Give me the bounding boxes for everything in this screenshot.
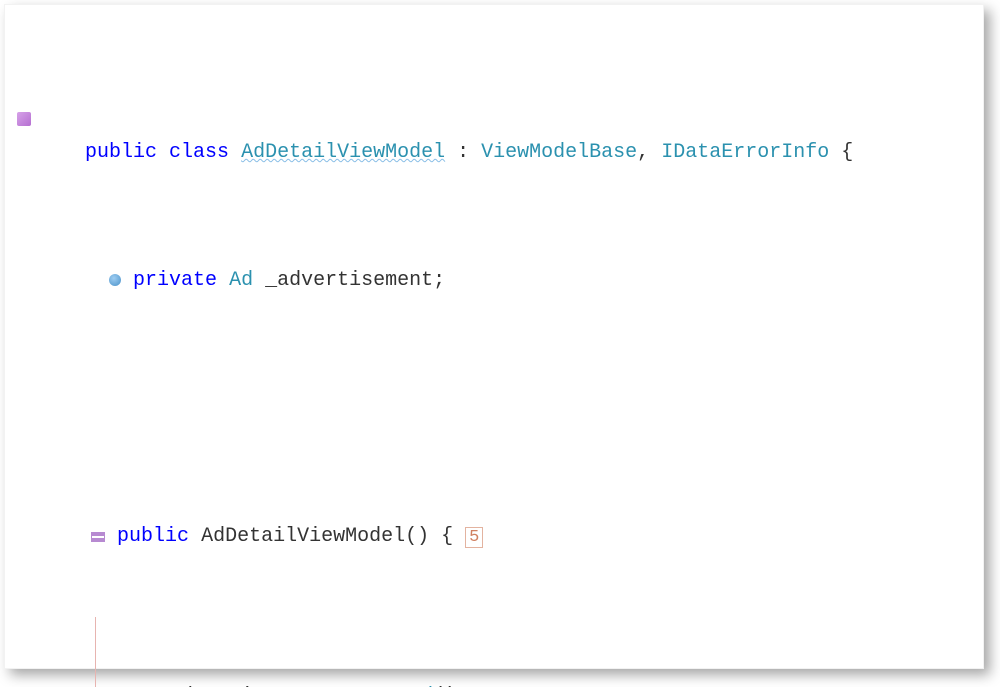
semicolon: ; — [433, 269, 445, 292]
keyword-class: class — [169, 141, 229, 164]
comma: , — [637, 141, 661, 164]
class-name: AdDetailViewModel — [241, 141, 445, 164]
keyword-private: private — [133, 269, 217, 292]
code-line: private Ad _advertisement; — [11, 233, 977, 265]
base-type: ViewModelBase — [481, 141, 637, 164]
code-line: _advertisement = new Ad(); — [11, 617, 977, 649]
brace-open: { — [829, 141, 853, 164]
method-icon — [91, 532, 105, 542]
code-editor-view[interactable]: public class AdDetailViewModel : ViewMod… — [4, 4, 984, 669]
type-ad: Ad — [229, 269, 253, 292]
colon: : — [445, 141, 481, 164]
ctor-name: AdDetailViewModel — [201, 525, 405, 548]
keyword-public: public — [85, 141, 157, 164]
field-name: _advertisement — [265, 269, 433, 292]
code-line: public class AdDetailViewModel : ViewMod… — [11, 105, 977, 137]
class-icon — [17, 112, 31, 126]
paren-empty: () — [405, 525, 429, 548]
code-blank — [11, 361, 977, 393]
usage-count-badge[interactable]: 5 — [465, 527, 483, 548]
keyword-public: public — [117, 525, 189, 548]
field-icon — [109, 274, 121, 286]
code-block: public class AdDetailViewModel : ViewMod… — [11, 9, 977, 687]
code-line: public AdDetailViewModel() { 5 — [11, 489, 977, 521]
interface-type: IDataErrorInfo — [661, 141, 829, 164]
